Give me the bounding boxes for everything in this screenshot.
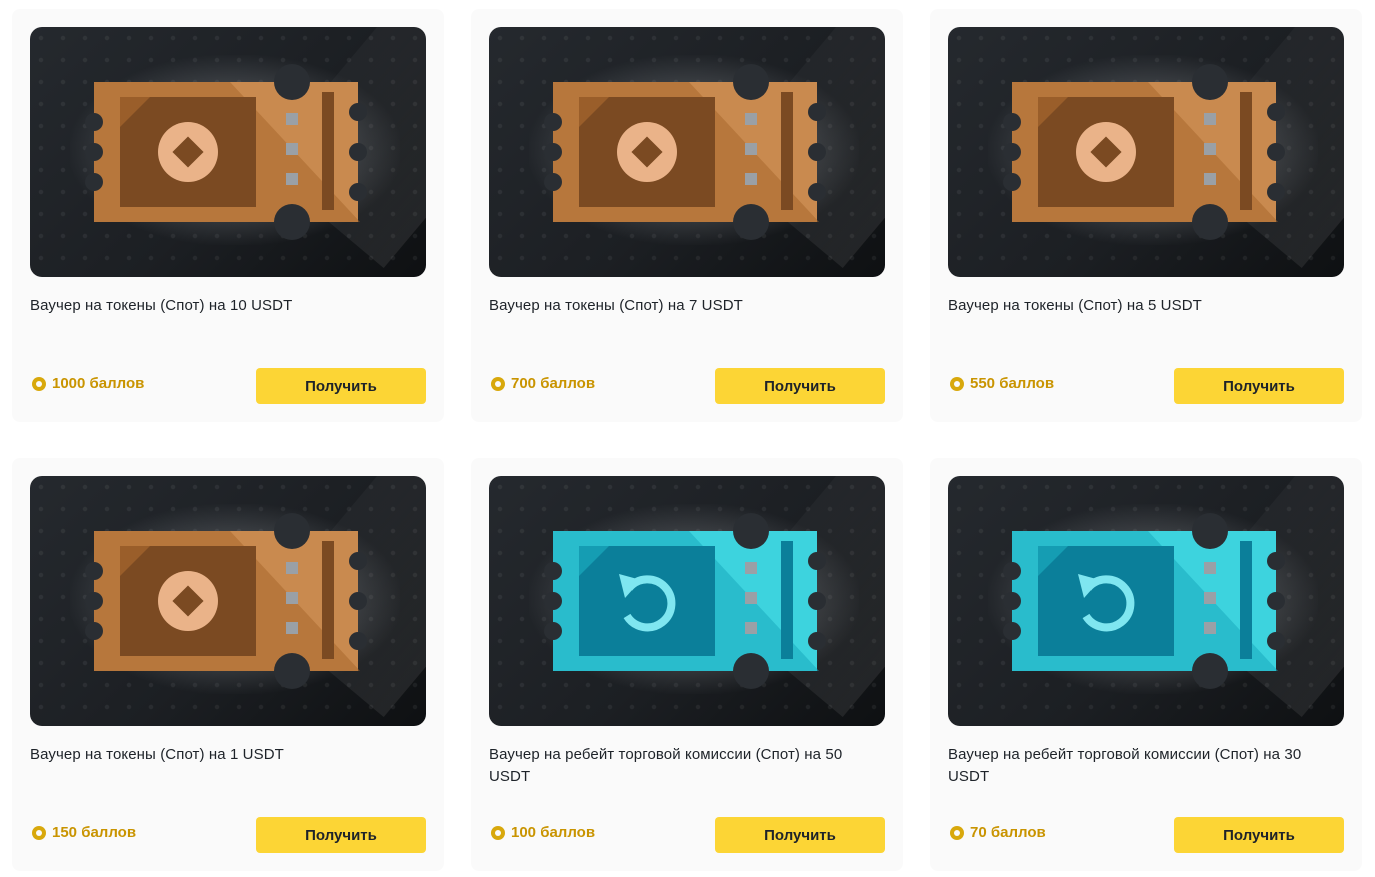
points-coin-icon bbox=[491, 376, 505, 391]
points-coin-icon bbox=[32, 825, 46, 840]
voucher-card[interactable]: Ваучер на токены (Спот) на 5 USDT 550 ба… bbox=[930, 9, 1362, 422]
ticket-illustration bbox=[544, 64, 826, 240]
redeem-button[interactable]: Получить bbox=[715, 817, 885, 853]
points-label: 1000 баллов bbox=[52, 375, 145, 392]
voucher-price: 70 баллов bbox=[950, 824, 1046, 841]
points-label: 150 баллов bbox=[52, 824, 137, 841]
redeem-button[interactable]: Получить bbox=[256, 817, 426, 853]
voucher-price: 550 баллов bbox=[950, 375, 1054, 392]
points-coin-icon bbox=[491, 825, 505, 840]
redeem-button[interactable]: Получить bbox=[256, 368, 426, 404]
points-label: 100 баллов bbox=[511, 824, 596, 841]
coin-diamond-icon bbox=[158, 571, 218, 631]
points-label: 70 баллов bbox=[970, 824, 1046, 841]
ticket-illustration bbox=[1003, 64, 1285, 240]
redeem-button[interactable]: Получить bbox=[1174, 817, 1344, 853]
voucher-thumbnail[interactable] bbox=[489, 476, 885, 726]
points-coin-icon bbox=[950, 376, 964, 391]
coin-diamond-icon bbox=[617, 122, 677, 182]
voucher-title[interactable]: Ваучер на ребейт торговой комиссии (Спот… bbox=[948, 744, 1344, 788]
voucher-thumbnail[interactable] bbox=[30, 27, 426, 277]
voucher-title[interactable]: Ваучер на токены (Спот) на 7 USDT bbox=[489, 295, 885, 317]
voucher-card[interactable]: Ваучер на ребейт торговой комиссии (Спот… bbox=[930, 458, 1362, 871]
redeem-button[interactable]: Получить bbox=[715, 368, 885, 404]
points-coin-icon bbox=[950, 825, 964, 840]
points-coin-icon bbox=[32, 376, 46, 391]
redeem-button[interactable]: Получить bbox=[1174, 368, 1344, 404]
voucher-grid: Ваучер на токены (Спот) на 10 USDT 1000 … bbox=[12, 9, 1362, 871]
voucher-thumbnail[interactable] bbox=[30, 476, 426, 726]
voucher-price: 100 баллов bbox=[491, 824, 595, 841]
voucher-card[interactable]: Ваучер на ребейт торговой комиссии (Спот… bbox=[471, 458, 903, 871]
voucher-card[interactable]: Ваучер на токены (Спот) на 1 USDT 150 ба… bbox=[12, 458, 444, 871]
voucher-thumbnail[interactable] bbox=[948, 27, 1344, 277]
ticket-illustration bbox=[1003, 513, 1285, 689]
voucher-price: 700 баллов bbox=[491, 375, 595, 392]
voucher-thumbnail[interactable] bbox=[948, 476, 1344, 726]
voucher-card[interactable]: Ваучер на токены (Спот) на 10 USDT 1000 … bbox=[12, 9, 444, 422]
voucher-title[interactable]: Ваучер на токены (Спот) на 1 USDT bbox=[30, 744, 426, 766]
voucher-title[interactable]: Ваучер на ребейт торговой комиссии (Спот… bbox=[489, 744, 885, 788]
points-label: 550 баллов bbox=[970, 375, 1055, 392]
voucher-title[interactable]: Ваучер на токены (Спот) на 5 USDT bbox=[948, 295, 1344, 317]
coin-diamond-icon bbox=[1076, 122, 1136, 182]
voucher-card[interactable]: Ваучер на токены (Спот) на 7 USDT 700 ба… bbox=[471, 9, 903, 422]
ticket-illustration bbox=[85, 513, 367, 689]
coin-diamond-icon bbox=[158, 122, 218, 182]
ticket-illustration bbox=[544, 513, 826, 689]
voucher-thumbnail[interactable] bbox=[489, 27, 885, 277]
points-label: 700 баллов bbox=[511, 375, 596, 392]
voucher-price: 1000 баллов bbox=[32, 375, 144, 392]
voucher-price: 150 баллов bbox=[32, 824, 136, 841]
voucher-title[interactable]: Ваучер на токены (Спот) на 10 USDT bbox=[30, 295, 426, 317]
ticket-illustration bbox=[85, 64, 367, 240]
